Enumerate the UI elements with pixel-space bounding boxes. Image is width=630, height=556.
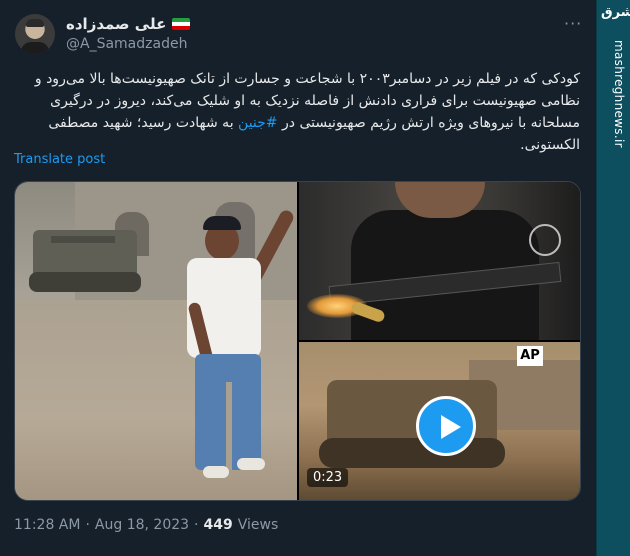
meta-separator: ·: [85, 517, 90, 533]
tweet-text: کودکی که در فیلم زیر در دسامبر۲۰۰۳ با شج…: [14, 68, 580, 156]
video-thumbnail[interactable]: AP 0:23: [299, 342, 580, 500]
tweet-meta: 11:28 AM · Aug 18, 2023 · 449 Views: [14, 517, 278, 533]
mashregh-url: mashreghnews.ir: [612, 40, 626, 148]
author-name[interactable]: علی صمدزاده: [66, 15, 166, 33]
more-options-icon[interactable]: ···: [564, 14, 582, 33]
video-duration: 0:23: [307, 468, 349, 487]
watermark-logo: [529, 224, 561, 256]
mashregh-logo: مشرق: [601, 5, 630, 20]
play-icon: [441, 415, 461, 439]
tweet-time[interactable]: 11:28 AM: [14, 517, 80, 533]
author-handle[interactable]: @A_Samadzadeh: [66, 36, 187, 52]
mashregh-side-strip: مشرق mashreghnews.ir: [596, 0, 630, 556]
views-count: 449: [203, 517, 233, 533]
avatar-shirt: [21, 42, 49, 54]
views-label: Views: [237, 517, 279, 533]
iran-flag-icon: [172, 18, 191, 30]
photo-boy-tank[interactable]: [15, 182, 297, 500]
author-name-row: علی صمدزاده: [66, 14, 191, 34]
photo-fighter[interactable]: [299, 182, 580, 340]
ap-logo: AP: [517, 346, 543, 366]
tweet-date[interactable]: Aug 18, 2023: [95, 517, 189, 533]
hashtag-link[interactable]: #جنین: [238, 115, 278, 131]
play-button[interactable]: [416, 396, 476, 456]
media-grid: AP 0:23: [14, 181, 581, 501]
tweet: علی صمدزاده @A_Samadzadeh ··· کودکی که د…: [0, 0, 597, 556]
translate-post-link[interactable]: Translate post: [14, 152, 105, 167]
author-avatar[interactable]: [15, 14, 55, 54]
meta-separator: ·: [194, 517, 199, 533]
avatar-hair: [26, 19, 44, 27]
